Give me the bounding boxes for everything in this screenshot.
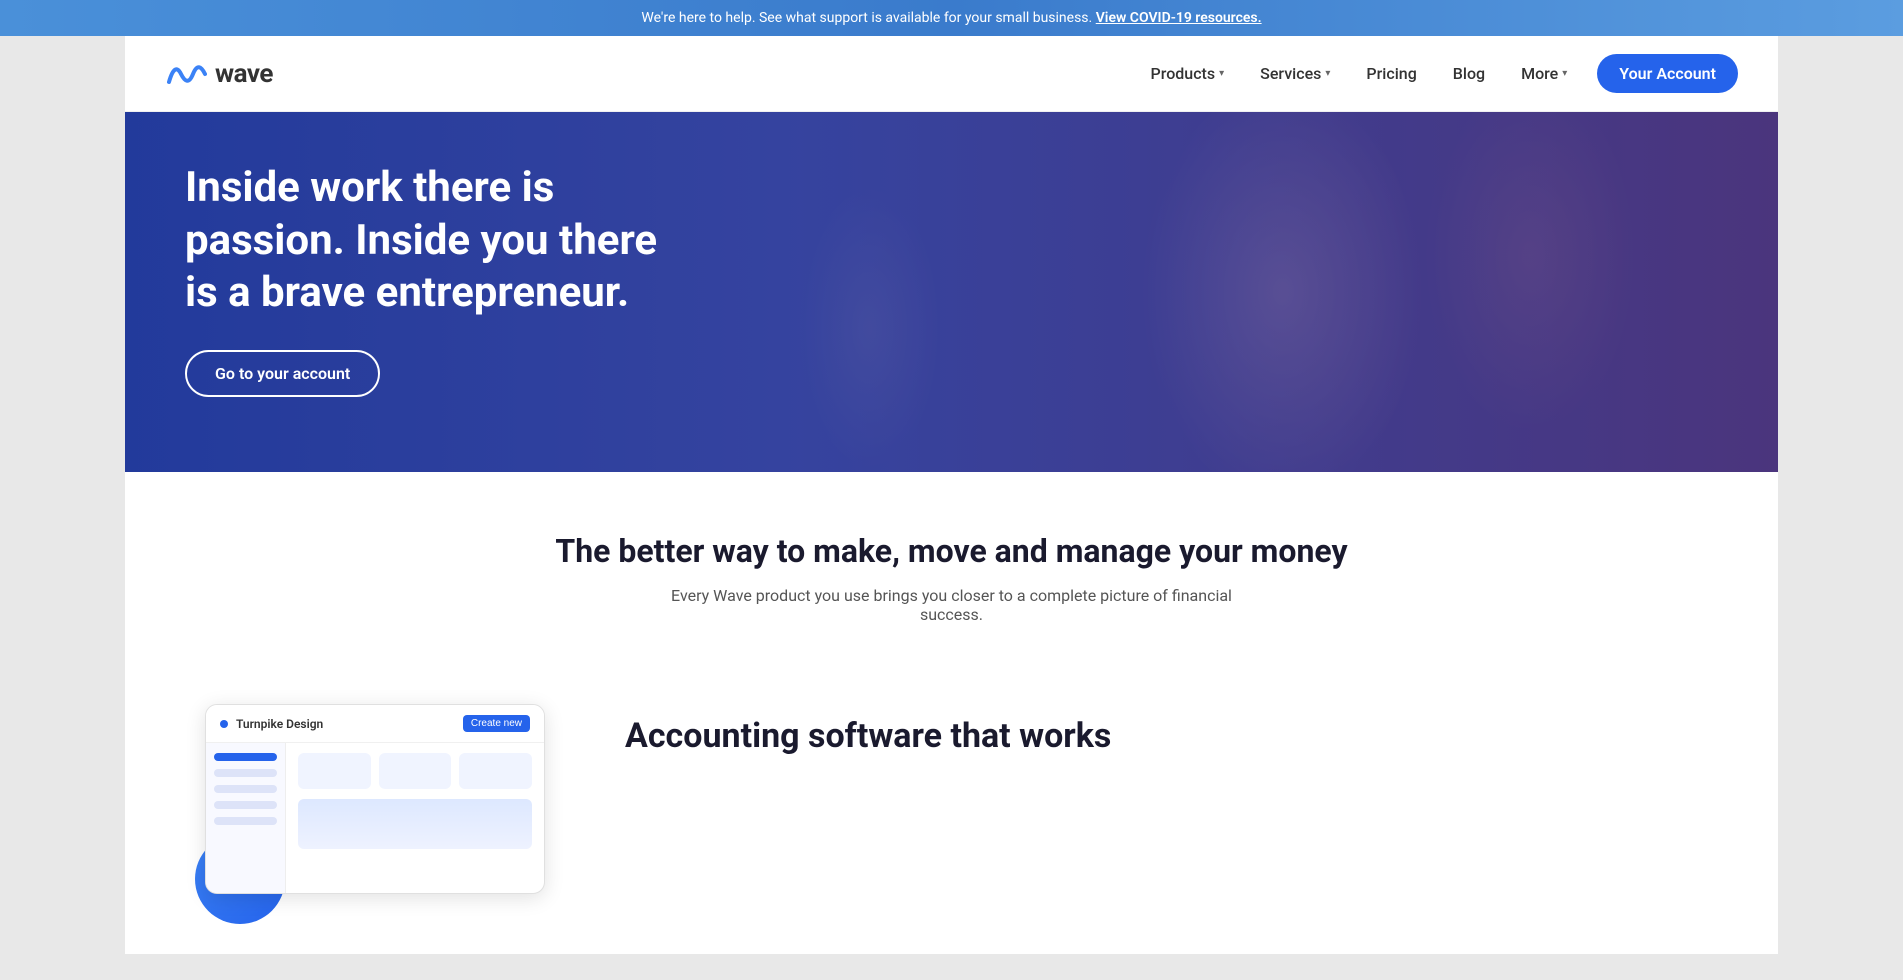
- nav-label-more: More: [1521, 64, 1558, 83]
- hero-section: Inside work there is passion. Inside you…: [125, 112, 1778, 472]
- dashboard-chart: [298, 799, 532, 849]
- chevron-down-icon-more: ▾: [1562, 68, 1567, 79]
- hero-content: Inside work there is passion. Inside you…: [125, 112, 725, 447]
- dashboard-stat-row: [298, 753, 532, 789]
- dashboard-stat-3: [459, 753, 532, 789]
- logo-text: wave: [215, 59, 273, 89]
- announcement-link[interactable]: View COVID-19 resources.: [1096, 10, 1262, 26]
- value-prop-section: The better way to make, move and manage …: [125, 472, 1778, 664]
- navbar: wave Products ▾ Services ▾ Pricing Blog: [125, 36, 1778, 112]
- wave-logo-icon: [165, 60, 207, 88]
- accounting-heading: Accounting software that works: [625, 714, 1718, 758]
- nav-item-services[interactable]: Services ▾: [1246, 56, 1344, 91]
- sidebar-mock-item-2: [214, 769, 277, 777]
- value-prop-heading: The better way to make, move and manage …: [165, 532, 1738, 570]
- dashboard-create-btn[interactable]: Create new: [463, 715, 530, 732]
- dashboard-mockup: Turnpike Design Create new: [205, 704, 545, 894]
- your-account-button[interactable]: Your Account: [1597, 54, 1738, 93]
- sidebar-mock-item-3: [214, 785, 277, 793]
- dashboard-body: [206, 743, 544, 893]
- dashboard-stat-1: [298, 753, 371, 789]
- chevron-down-icon: ▾: [1219, 68, 1224, 79]
- hero-heading: Inside work there is passion. Inside you…: [185, 162, 665, 320]
- sidebar-mock-item-1: [214, 753, 277, 761]
- product-text-area: Accounting software that works: [625, 684, 1718, 758]
- dashboard-main: [286, 743, 544, 893]
- nav-item-blog[interactable]: Blog: [1439, 56, 1499, 91]
- nav-item-products[interactable]: Products ▾: [1137, 56, 1239, 91]
- sidebar-mock-item-4: [214, 801, 277, 809]
- dashboard-sidebar: [206, 743, 286, 893]
- nav-label-products: Products: [1151, 64, 1216, 83]
- products-section: Turnpike Design Create new: [125, 664, 1778, 954]
- logo-link[interactable]: wave: [165, 59, 273, 89]
- sidebar-mock-item-5: [214, 817, 277, 825]
- nav-label-services: Services: [1260, 64, 1321, 83]
- hero-cta-button[interactable]: Go to your account: [185, 350, 380, 397]
- dashboard-stat-2: [379, 753, 452, 789]
- nav-item-more[interactable]: More ▾: [1507, 56, 1581, 91]
- announcement-text: We're here to help. See what support is …: [641, 10, 1092, 26]
- nav-item-pricing[interactable]: Pricing: [1352, 56, 1430, 91]
- nav-links: Products ▾ Services ▾ Pricing Blog More …: [1137, 54, 1738, 93]
- wave-logo-svg: [165, 60, 207, 88]
- nav-label-blog: Blog: [1453, 64, 1485, 83]
- dashboard-header: Turnpike Design Create new: [206, 705, 544, 743]
- product-illustration: Turnpike Design Create new: [185, 684, 565, 914]
- value-prop-subtext: Every Wave product you use brings you cl…: [652, 586, 1252, 624]
- nav-label-pricing: Pricing: [1366, 64, 1416, 83]
- chevron-down-icon-services: ▾: [1325, 68, 1330, 79]
- announcement-banner: We're here to help. See what support is …: [0, 0, 1903, 36]
- dashboard-company-name: Turnpike Design: [236, 717, 323, 731]
